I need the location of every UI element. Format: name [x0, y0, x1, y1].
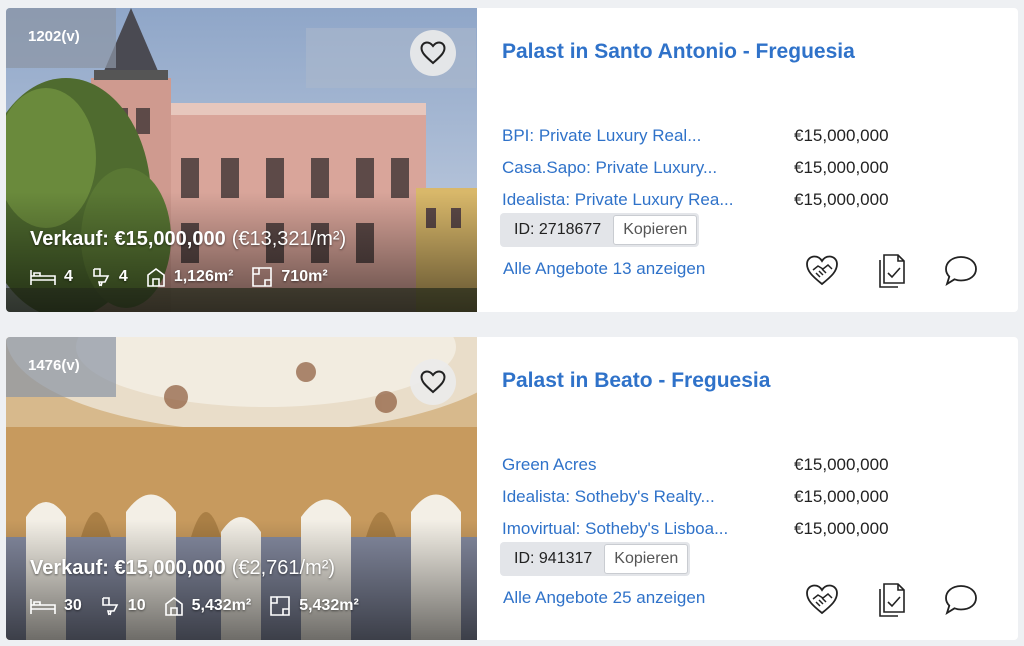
- handshake-icon: [806, 255, 838, 286]
- copy-id-button[interactable]: Kopieren: [613, 215, 698, 245]
- plot-area: 710m²: [281, 268, 328, 285]
- listing-id: ID: 2718677: [514, 221, 602, 238]
- photo-shade: [6, 192, 477, 312]
- living-area-stat: 1,126m²: [146, 267, 234, 287]
- chat-bubble-icon: [945, 256, 977, 287]
- source-row: Imovirtual: Sotheby's Lisboa... €15,000,0…: [502, 513, 922, 545]
- source-row: Green Acres €15,000,000: [502, 449, 922, 481]
- bathrooms-count: 4: [118, 268, 128, 285]
- source-price: €15,000,000: [794, 455, 889, 474]
- bedrooms-stat: 30: [30, 597, 82, 615]
- living-area-stat: 5,432m²: [164, 596, 252, 616]
- source-row: BPI: Private Luxury Real... €15,000,000: [502, 120, 922, 152]
- listing-title[interactable]: Palast in Beato - Freguesia: [502, 369, 770, 393]
- source-list: BPI: Private Luxury Real... €15,000,000 C…: [502, 120, 922, 216]
- plot-area-stat: 710m²: [251, 266, 328, 288]
- source-price: €15,000,000: [794, 487, 889, 506]
- bedrooms-stat: 4: [30, 268, 73, 286]
- compare-button[interactable]: [872, 580, 912, 620]
- source-link[interactable]: Imovirtual: Sotheby's Lisboa...: [502, 519, 794, 539]
- house-area-icon: [147, 268, 165, 287]
- source-price: €15,000,000: [794, 190, 889, 209]
- all-offers-link[interactable]: Alle Angebote 13 anzeigen: [503, 259, 705, 279]
- bath-icon: [93, 268, 110, 287]
- reference-badge: 1476(v): [6, 337, 116, 397]
- price-per-m2: (€2,761/m²): [231, 557, 336, 579]
- handshake-button[interactable]: [802, 580, 842, 620]
- living-area: 1,126m²: [173, 268, 234, 285]
- property-stats: 4 4 1,126m² 710m²: [30, 266, 346, 288]
- source-row: Idealista: Private Luxury Rea... €15,000,…: [502, 184, 922, 216]
- source-row: Casa.Sapo: Private Luxury... €15,000,000: [502, 152, 922, 184]
- plot-area: 5,432m²: [299, 597, 359, 614]
- favorite-button[interactable]: [410, 359, 456, 405]
- plot-area-icon: [252, 267, 273, 287]
- favorite-button[interactable]: [410, 30, 456, 76]
- property-stats: 30 10 5,432m² 5,432m²: [30, 595, 377, 617]
- listing-id: ID: 941317: [514, 550, 593, 567]
- source-price: €15,000,000: [794, 158, 889, 177]
- source-link[interactable]: Casa.Sapo: Private Luxury...: [502, 158, 794, 178]
- source-link[interactable]: BPI: Private Luxury Real...: [502, 126, 794, 146]
- heart-icon: [420, 41, 446, 65]
- source-price: €15,000,000: [794, 126, 889, 145]
- plot-area-icon: [270, 596, 290, 616]
- handshake-icon: [806, 584, 838, 615]
- sale-price: Verkauf: €15,000,000: [30, 557, 226, 579]
- heart-icon: [420, 370, 446, 394]
- source-price: €15,000,000: [794, 519, 889, 538]
- listing-card: 1202(v) Verkauf: €15,000,000 (€13,321/m²)…: [6, 8, 1018, 312]
- bath-icon: [101, 597, 119, 616]
- compare-button[interactable]: [872, 251, 912, 291]
- reference-badge: 1202(v): [6, 8, 116, 68]
- sale-price: Verkauf: €15,000,000: [30, 228, 226, 250]
- listing-title[interactable]: Palast in Santo Antonio - Freguesia: [502, 40, 855, 64]
- bathrooms-stat: 10: [100, 596, 146, 616]
- copy-id-button[interactable]: Kopieren: [604, 544, 689, 574]
- price-line: Verkauf: €15,000,000 (€13,321/m²): [30, 228, 346, 251]
- bedrooms-count: 30: [64, 597, 82, 614]
- bed-icon: [30, 599, 56, 614]
- document-check-icon: [879, 254, 905, 288]
- all-offers-link[interactable]: Alle Angebote 25 anzeigen: [503, 588, 705, 608]
- source-list: Green Acres €15,000,000 Idealista: Sotheb…: [502, 449, 922, 545]
- listing-photo[interactable]: 1476(v) Verkauf: €15,000,000 (€2,761/m²) …: [6, 337, 477, 640]
- id-box: ID: 941317 Kopieren: [500, 542, 691, 576]
- comment-button[interactable]: [941, 251, 981, 291]
- source-link[interactable]: Green Acres: [502, 455, 794, 475]
- bedrooms-count: 4: [64, 268, 73, 285]
- listing-card: 1476(v) Verkauf: €15,000,000 (€2,761/m²) …: [6, 337, 1018, 640]
- source-row: Idealista: Sotheby's Realty... €15,000,00…: [502, 481, 922, 513]
- bathrooms-count: 10: [127, 597, 146, 614]
- listing-photo[interactable]: 1202(v) Verkauf: €15,000,000 (€13,321/m²)…: [6, 8, 477, 312]
- source-link[interactable]: Idealista: Sotheby's Realty...: [502, 487, 794, 507]
- document-check-icon: [879, 583, 905, 617]
- chat-bubble-icon: [945, 585, 977, 616]
- price-per-m2: (€13,321/m²): [231, 228, 347, 250]
- source-link[interactable]: Idealista: Private Luxury Rea...: [502, 190, 794, 210]
- bathrooms-stat: 4: [91, 267, 128, 287]
- living-area: 5,432m²: [191, 597, 252, 614]
- comment-button[interactable]: [941, 580, 981, 620]
- house-area-icon: [164, 597, 183, 616]
- price-line: Verkauf: €15,000,000 (€2,761/m²): [30, 557, 335, 580]
- photo-shade: [6, 520, 477, 640]
- bed-icon: [30, 270, 56, 285]
- handshake-button[interactable]: [802, 251, 842, 291]
- id-box: ID: 2718677 Kopieren: [500, 213, 700, 247]
- plot-area-stat: 5,432m²: [269, 595, 359, 617]
